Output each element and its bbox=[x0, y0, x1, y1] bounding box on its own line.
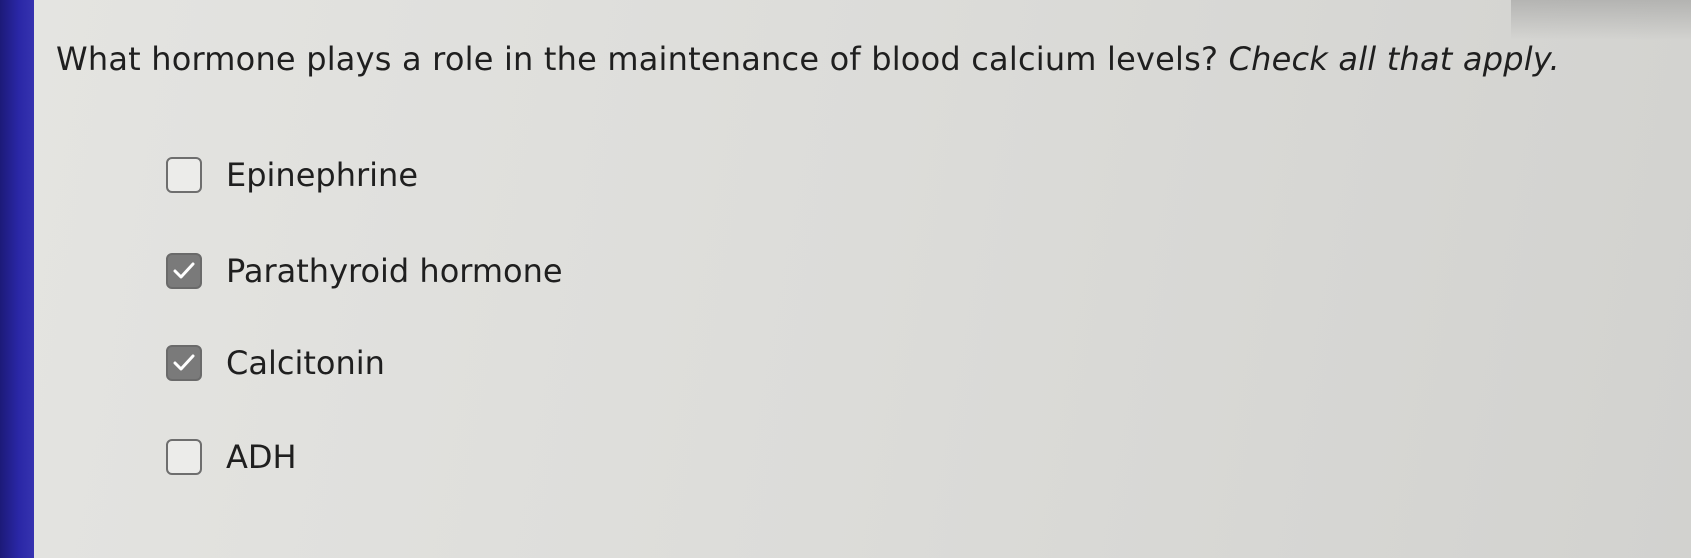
option-label: Epinephrine bbox=[226, 156, 418, 194]
option-label: Parathyroid hormone bbox=[226, 252, 563, 290]
option-label: Calcitonin bbox=[226, 344, 385, 382]
checkbox-adh[interactable] bbox=[166, 439, 202, 475]
option-parathyroid-hormone[interactable]: Parathyroid hormone bbox=[166, 252, 563, 290]
option-adh[interactable]: ADH bbox=[166, 438, 297, 476]
option-calcitonin[interactable]: Calcitonin bbox=[166, 344, 385, 382]
question-text: What hormone plays a role in the mainten… bbox=[56, 40, 1219, 78]
question-instruction: Check all that apply. bbox=[1228, 40, 1560, 78]
check-icon bbox=[173, 354, 195, 372]
option-epinephrine[interactable]: Epinephrine bbox=[166, 156, 418, 194]
checkbox-epinephrine[interactable] bbox=[166, 157, 202, 193]
left-accent-bar bbox=[0, 0, 34, 558]
checkbox-calcitonin[interactable] bbox=[166, 345, 202, 381]
option-label: ADH bbox=[226, 438, 297, 476]
question-prompt: What hormone plays a role in the mainten… bbox=[56, 40, 1560, 78]
check-icon bbox=[173, 262, 195, 280]
checkbox-parathyroid-hormone[interactable] bbox=[166, 253, 202, 289]
corner-shadow bbox=[1511, 0, 1691, 40]
